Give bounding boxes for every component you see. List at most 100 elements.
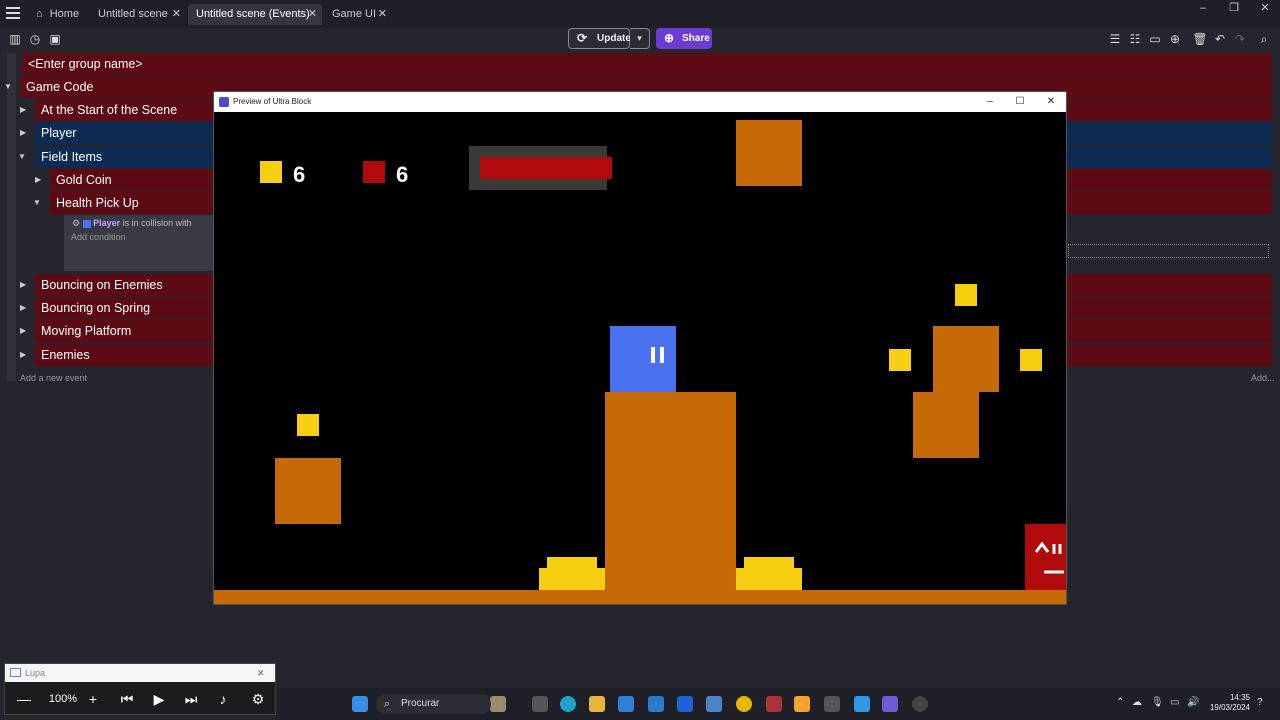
add-condition-link[interactable]: Add condition [71, 232, 126, 242]
condition-row[interactable]: ⚙ Player is in collision with [72, 218, 192, 229]
menu-icon[interactable] [6, 7, 20, 21]
play-icon[interactable]: ▶ [149, 691, 169, 708]
comment-icon[interactable]: ▭ [1147, 31, 1163, 47]
read-aloud-icon[interactable]: ♪ [213, 691, 233, 707]
globe-icon: ⊕ [664, 31, 675, 45]
collapse-arrow-icon[interactable]: ▼ [4, 76, 12, 98]
platform-block [913, 392, 979, 458]
chevron-up-icon[interactable]: ⌃ [1116, 697, 1124, 708]
home-icon: ⌂ [36, 8, 43, 20]
event-group-name[interactable]: <Enter group name> [22, 53, 1272, 75]
add-subevent-icon[interactable]: ☷ [1127, 31, 1143, 47]
tab-home[interactable]: ⌂ Home [28, 4, 88, 25]
microphone-icon[interactable]: 🎙 [1151, 697, 1164, 708]
expand-arrow-icon[interactable]: ▶ [20, 122, 26, 144]
close-icon[interactable]: ✕ [308, 4, 317, 25]
game-canvas[interactable]: 6 6 [214, 112, 1066, 604]
history-icon[interactable]: ◷ [27, 31, 43, 47]
file-explorer-icon[interactable] [589, 696, 605, 712]
player-eye [651, 347, 655, 363]
tab-game-ui[interactable]: Game UI ✕ [324, 4, 392, 25]
update-button[interactable]: ⟳ Update [568, 28, 631, 49]
media-icon[interactable] [766, 696, 782, 712]
share-button[interactable]: ⊕ Share [656, 28, 712, 49]
minimize-icon[interactable]: – [1188, 0, 1218, 16]
coin [955, 284, 977, 306]
clock[interactable]: 14:35 19/03/2024 [1200, 693, 1250, 713]
zoom-out-button[interactable]: — [14, 691, 34, 707]
network-icon[interactable]: ▭ [1170, 697, 1179, 708]
expand-arrow-icon[interactable]: ▶ [20, 297, 26, 319]
zoom-in-button[interactable]: + [83, 691, 103, 707]
volume-icon[interactable]: 🔊 [1187, 697, 1199, 708]
close-icon[interactable]: ✕ [1036, 92, 1066, 112]
add-event-icon[interactable]: ☰ [1107, 31, 1123, 47]
search-icon[interactable]: ⌕ [1256, 31, 1272, 47]
remote-desktop-icon[interactable] [706, 696, 722, 712]
brave-icon[interactable] [794, 696, 810, 712]
collapse-arrow-icon[interactable]: ▼ [18, 146, 26, 168]
zoom-level: 100% [48, 693, 78, 705]
spring-pad-top [547, 557, 597, 569]
platform-block [933, 326, 999, 392]
next-icon[interactable]: ⏭ [181, 691, 201, 708]
expand-arrow-icon[interactable]: ▶ [35, 169, 41, 191]
chrome-icon[interactable] [736, 696, 752, 712]
settings-icon[interactable]: ⚙ [248, 691, 268, 708]
widgets-icon[interactable] [490, 696, 506, 712]
dropbox-icon[interactable] [677, 696, 693, 712]
close-window-icon[interactable]: ✕ [1250, 0, 1280, 16]
player-object-icon [82, 219, 91, 228]
cloud-icon[interactable]: ☁ [1132, 697, 1142, 708]
previous-icon[interactable]: ⏮ [117, 691, 137, 708]
health-bar-fill [480, 157, 612, 179]
add-menu-link[interactable]: Add... [1251, 373, 1275, 383]
toolbar: ▥ ◷ ▣ ⟳ Update ▾ ⊕ Share ☰ ☷ ▭ ⊕ 🗑 ↶ ↷ ⌕ [0, 28, 1280, 50]
restore-icon[interactable]: ❐ [1219, 0, 1249, 16]
taskbar-search[interactable]: ⌕ Procurar [376, 694, 491, 714]
gdevelop-taskbar-icon[interactable] [882, 696, 898, 712]
add-icon[interactable]: ⊕ [1167, 31, 1183, 47]
magnifier-window: Lupa ✕ — 100% + ⏮ ▶ ⏭ ♪ ⚙ [4, 663, 276, 715]
minimize-icon[interactable]: – [975, 92, 1005, 112]
add-event-link[interactable]: Add a new event [20, 373, 87, 383]
collapse-arrow-icon[interactable]: ▼ [33, 192, 41, 214]
hud-health-icon [363, 161, 385, 183]
magnifier-titlebar[interactable]: Lupa ✕ [5, 664, 275, 682]
preview-titlebar[interactable]: Preview of Ultra Block – ☐ ✕ [214, 92, 1066, 112]
tab-untitled-scene[interactable]: Untitled scene ✕ [90, 4, 186, 25]
store-icon[interactable] [618, 696, 634, 712]
expand-arrow-icon[interactable]: ▶ [20, 274, 26, 296]
tab-untitled-scene-events[interactable]: Untitled scene (Events) ✕ [188, 4, 322, 25]
update-dropdown[interactable]: ▾ [630, 28, 650, 49]
preview-window: Preview of Ultra Block – ☐ ✕ 6 6 [213, 91, 1067, 605]
redo-icon[interactable]: ↷ [1232, 31, 1248, 47]
expand-arrow-icon[interactable]: ▶ [20, 320, 26, 342]
maximize-icon[interactable]: ☐ [1005, 92, 1035, 112]
platform-tower [605, 392, 736, 590]
hud-coin-icon [260, 161, 282, 183]
image-icon[interactable]: ▣ [47, 31, 63, 47]
coin [297, 414, 319, 436]
close-icon[interactable]: ✕ [378, 4, 387, 25]
edge-icon[interactable] [560, 696, 576, 712]
ground [214, 590, 1066, 604]
close-icon[interactable]: ✕ [172, 4, 181, 25]
undo-icon[interactable]: ↶ [1212, 31, 1228, 47]
gear-icon: ⚙ [72, 218, 81, 228]
tool-icon[interactable] [824, 696, 840, 712]
actions-drop-zone[interactable] [1068, 244, 1269, 258]
expand-arrow-icon[interactable]: ▶ [20, 344, 26, 366]
magnifier-icon [10, 668, 21, 677]
help-icon[interactable]: ? [1257, 697, 1263, 708]
app-icon[interactable] [912, 696, 928, 712]
delete-icon[interactable]: 🗑 [1192, 31, 1208, 47]
expand-arrow-icon[interactable]: ▶ [20, 99, 26, 121]
search-icon: ⌕ [384, 698, 391, 710]
start-icon[interactable] [352, 696, 368, 712]
panels-icon[interactable]: ▥ [7, 31, 23, 47]
close-icon[interactable]: ✕ [257, 664, 265, 682]
notepad-icon[interactable] [854, 696, 870, 712]
mail-icon[interactable] [648, 696, 664, 712]
task-view-icon[interactable] [532, 696, 548, 712]
